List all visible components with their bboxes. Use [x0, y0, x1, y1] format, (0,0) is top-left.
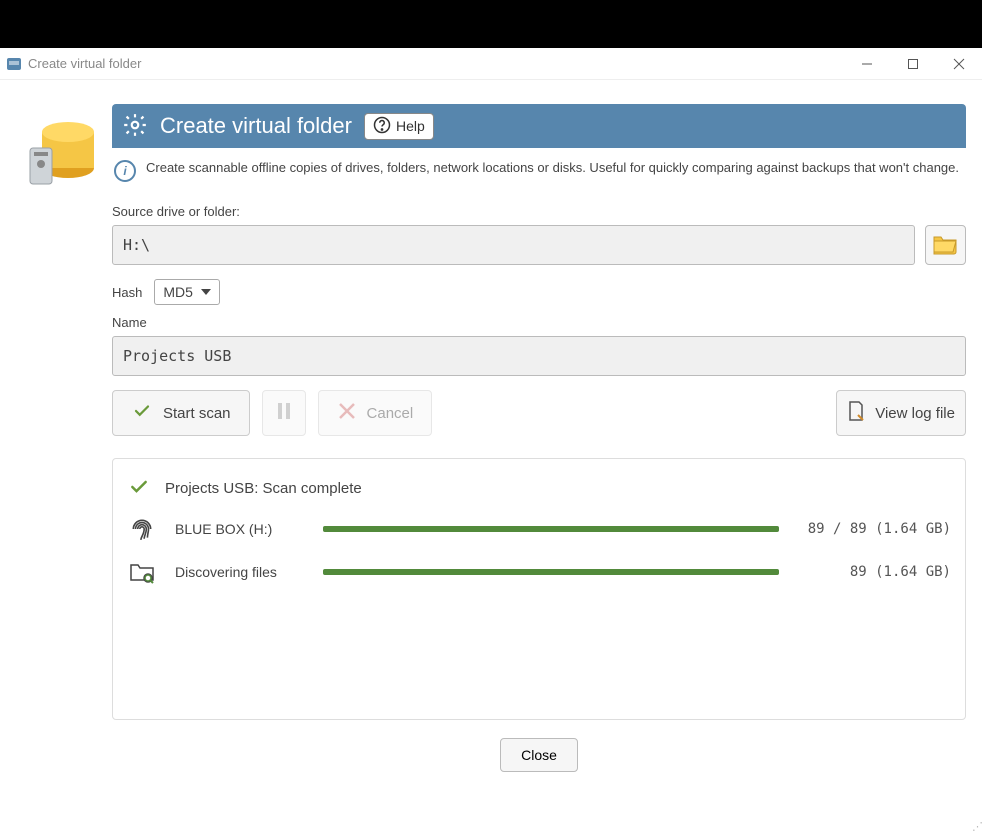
titlebar: Create virtual folder [0, 48, 982, 80]
progress-panel: Projects USB: Scan complete BLUE BOX (H:… [112, 458, 966, 720]
source-label: Source drive or folder: [112, 204, 966, 219]
dialog-title: Create virtual folder [160, 113, 352, 139]
gear-icon [122, 112, 148, 141]
view-log-button[interactable]: View log file [836, 390, 966, 436]
status-check-icon [127, 477, 151, 500]
help-button[interactable]: Help [364, 113, 434, 140]
chevron-down-icon [201, 289, 211, 295]
pause-button[interactable] [262, 390, 306, 436]
view-log-label: View log file [875, 405, 955, 422]
hash-select[interactable]: MD5 [154, 279, 220, 305]
log-file-icon [847, 401, 865, 425]
check-icon [131, 402, 153, 424]
help-icon [373, 116, 391, 137]
hash-selected-value: MD5 [163, 284, 193, 300]
task-stats: 89 / 89 (1.64 GB) [801, 521, 951, 537]
cancel-button[interactable]: Cancel [318, 390, 433, 436]
task-label: BLUE BOX (H:) [171, 521, 301, 537]
name-label: Name [112, 315, 966, 330]
fingerprint-icon [127, 516, 157, 542]
minimize-button[interactable] [844, 48, 890, 80]
pause-icon [275, 401, 293, 425]
folder-search-icon [127, 560, 157, 584]
app-icon [6, 56, 22, 72]
info-banner: i Create scannable offline copies of dri… [112, 148, 966, 196]
status-text: Projects USB: Scan complete [165, 480, 362, 497]
info-text: Create scannable offline copies of drive… [146, 158, 959, 178]
dialog-illustration [12, 104, 112, 772]
task-stats: 89 (1.64 GB) [801, 564, 951, 580]
resize-grip[interactable]: ⋰ [972, 820, 980, 833]
help-label: Help [396, 118, 425, 134]
browse-folder-button[interactable] [925, 225, 966, 265]
task-label: Discovering files [171, 564, 301, 580]
progress-bar [323, 526, 779, 532]
dialog-header: Create virtual folder Help [112, 104, 966, 148]
close-window-button[interactable] [936, 48, 982, 80]
close-button[interactable]: Close [500, 738, 578, 772]
task-row: Discovering files 89 (1.64 GB) [127, 560, 951, 584]
hash-label: Hash [112, 285, 142, 300]
start-scan-label: Start scan [163, 405, 231, 422]
folder-open-icon [932, 233, 958, 258]
start-scan-button[interactable]: Start scan [112, 390, 250, 436]
progress-bar [323, 569, 779, 575]
name-input[interactable] [112, 336, 966, 376]
source-path-input[interactable] [112, 225, 915, 265]
window-controls [844, 48, 982, 80]
browser-chrome-placeholder [0, 0, 982, 48]
cancel-icon [337, 401, 357, 425]
cancel-label: Cancel [367, 405, 414, 422]
window-title: Create virtual folder [28, 56, 141, 71]
task-row: BLUE BOX (H:) 89 / 89 (1.64 GB) [127, 516, 951, 542]
info-icon: i [114, 160, 136, 182]
maximize-button[interactable] [890, 48, 936, 80]
